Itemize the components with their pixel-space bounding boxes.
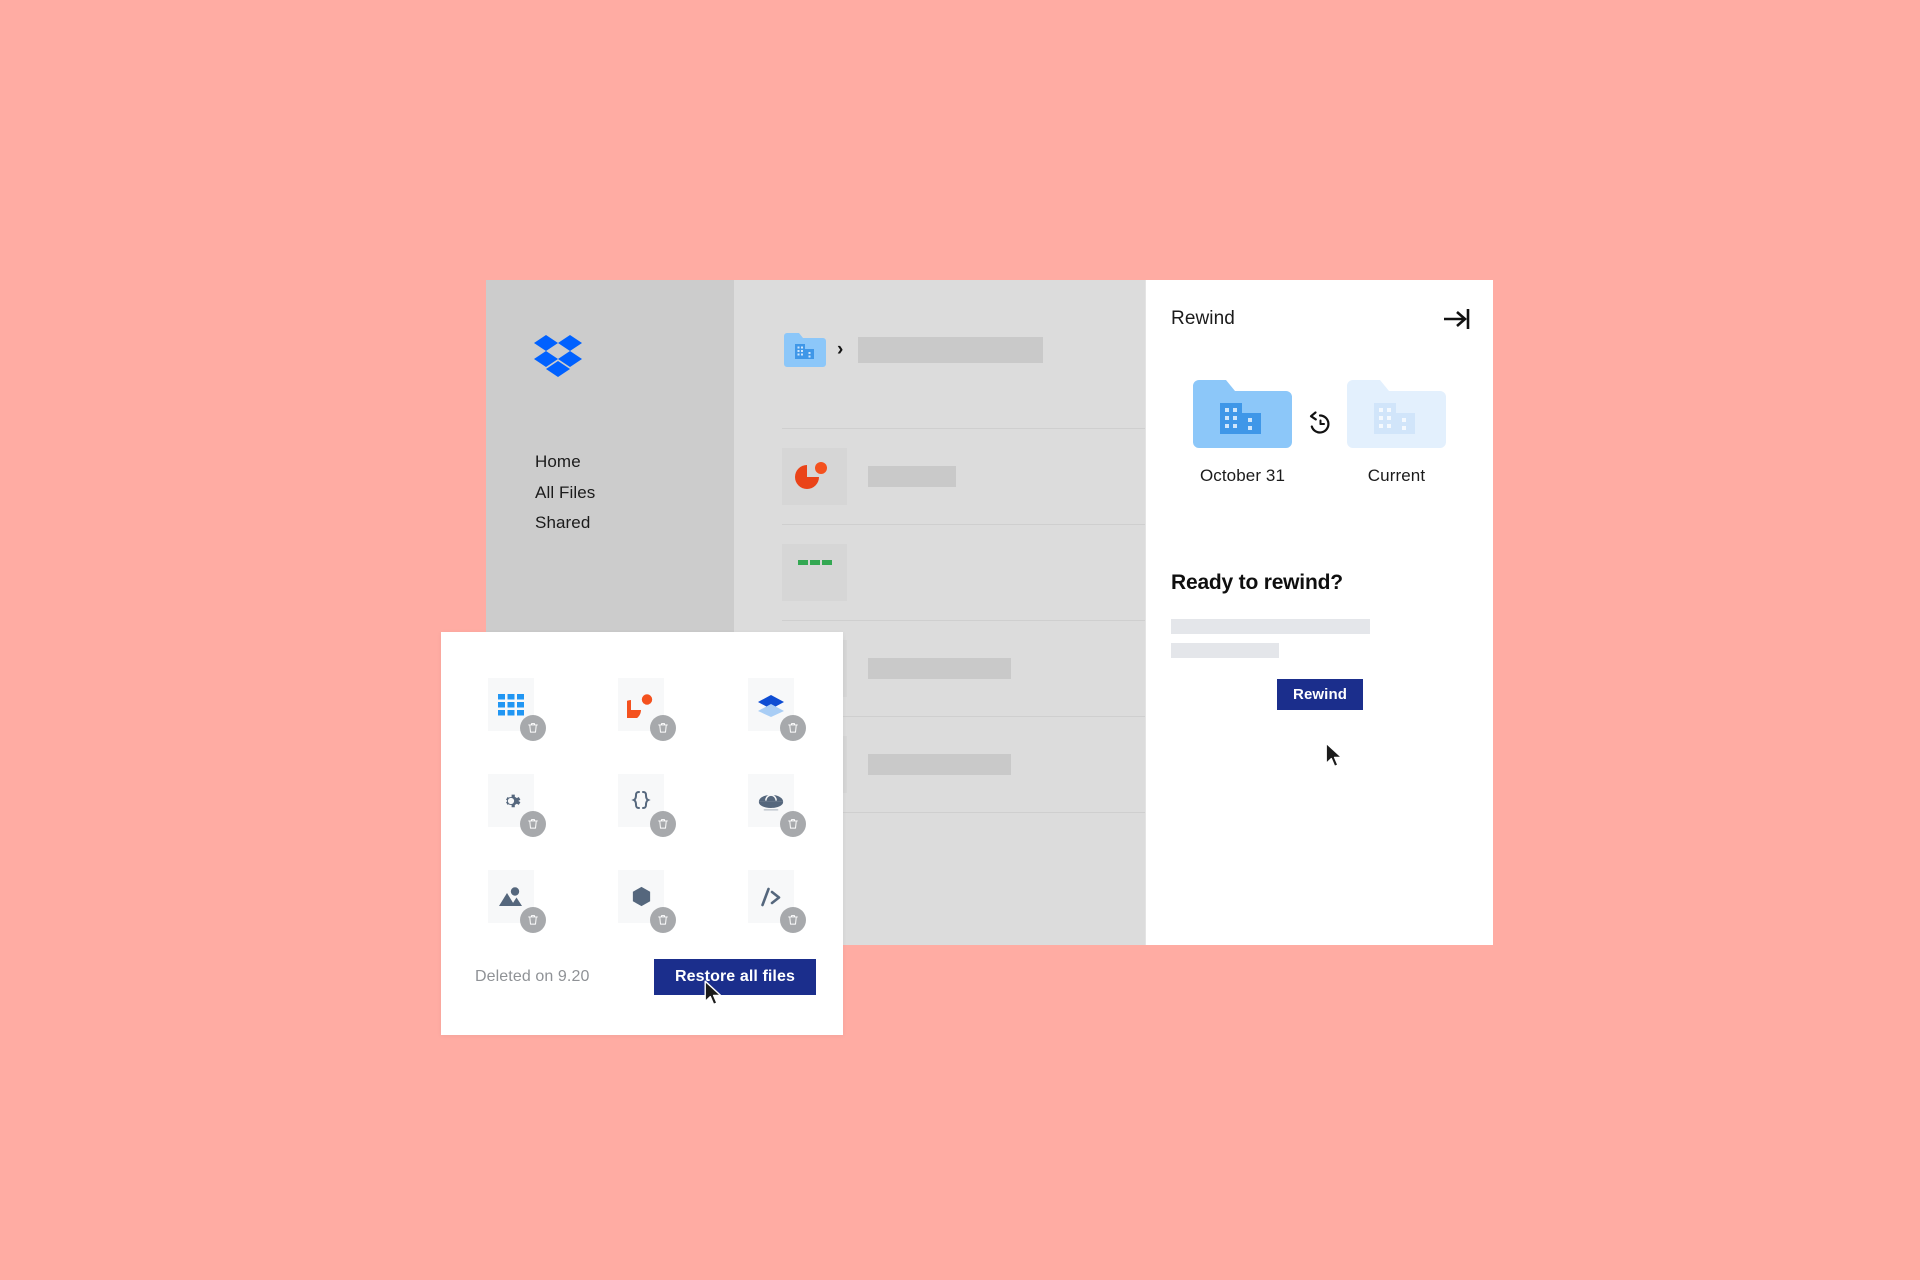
trash-icon[interactable] (520, 715, 546, 741)
spreadsheet-green-icon (782, 544, 847, 601)
skeleton-line (1171, 619, 1370, 634)
deleted-file-item[interactable] (618, 678, 748, 774)
folder-comparison: October 31 Current (1146, 380, 1493, 486)
deleted-file-item[interactable] (618, 774, 748, 870)
current-folder-label: Current (1367, 466, 1426, 485)
rewind-panel-header: Rewind (1171, 306, 1472, 332)
deleted-file-item[interactable] (488, 774, 618, 870)
deleted-on-label: Deleted on 9.20 (475, 968, 590, 985)
trash-icon[interactable] (780, 907, 806, 933)
sidebar-item-shared[interactable]: Shared (535, 513, 595, 533)
deleted-file-item[interactable] (748, 774, 878, 870)
trash-icon[interactable] (650, 715, 676, 741)
row-placeholder (868, 754, 1011, 775)
snapshot-folder-label: October 31 (1199, 466, 1286, 485)
snapshot-folder[interactable]: October 31 (1193, 380, 1293, 486)
pie-chart-icon (782, 448, 847, 505)
trash-icon[interactable] (650, 811, 676, 837)
sidebar-nav: Home All Files Shared (535, 452, 595, 533)
team-folder-icon (1193, 380, 1292, 448)
deleted-file-item[interactable] (488, 870, 618, 966)
ready-to-rewind-heading: Ready to rewind? (1171, 571, 1343, 594)
trash-icon[interactable] (650, 907, 676, 933)
breadcrumb: › (784, 333, 1044, 367)
collapse-panel-icon[interactable] (1442, 306, 1472, 332)
file-row[interactable] (782, 448, 956, 505)
deleted-file-item[interactable] (618, 870, 748, 966)
current-folder[interactable]: Current (1347, 380, 1447, 486)
trash-icon[interactable] (520, 811, 546, 837)
trash-icon[interactable] (520, 907, 546, 933)
deleted-files-grid (488, 678, 878, 966)
sidebar-item-all-files[interactable]: All Files (535, 483, 595, 503)
skeleton-line (1171, 643, 1279, 658)
row-placeholder (868, 466, 956, 487)
trash-icon[interactable] (780, 715, 806, 741)
deleted-file-item[interactable] (748, 678, 878, 774)
breadcrumb-placeholder (858, 337, 1044, 363)
rewind-button[interactable]: Rewind (1277, 679, 1363, 710)
rewind-panel-title: Rewind (1171, 308, 1235, 329)
row-placeholder (868, 658, 1011, 679)
file-row[interactable] (782, 544, 847, 601)
rewind-panel: Rewind October 31 Current Ready to rewin… (1145, 280, 1493, 945)
team-folder-faded-icon (1347, 380, 1446, 448)
rewind-history-icon (1306, 410, 1334, 438)
deleted-file-item[interactable] (748, 870, 878, 966)
deleted-file-item[interactable] (488, 678, 618, 774)
sidebar-item-home[interactable]: Home (535, 452, 595, 472)
restore-dialog-footer: Deleted on 9.20 Restore all files (475, 959, 816, 995)
trash-icon[interactable] (780, 811, 806, 837)
restore-all-files-button[interactable]: Restore all files (654, 959, 816, 995)
restore-files-dialog: Deleted on 9.20 Restore all files (441, 632, 843, 1035)
chevron-right-icon: › (837, 338, 844, 360)
dropbox-logo (534, 335, 582, 377)
team-folder-icon[interactable] (784, 333, 826, 367)
